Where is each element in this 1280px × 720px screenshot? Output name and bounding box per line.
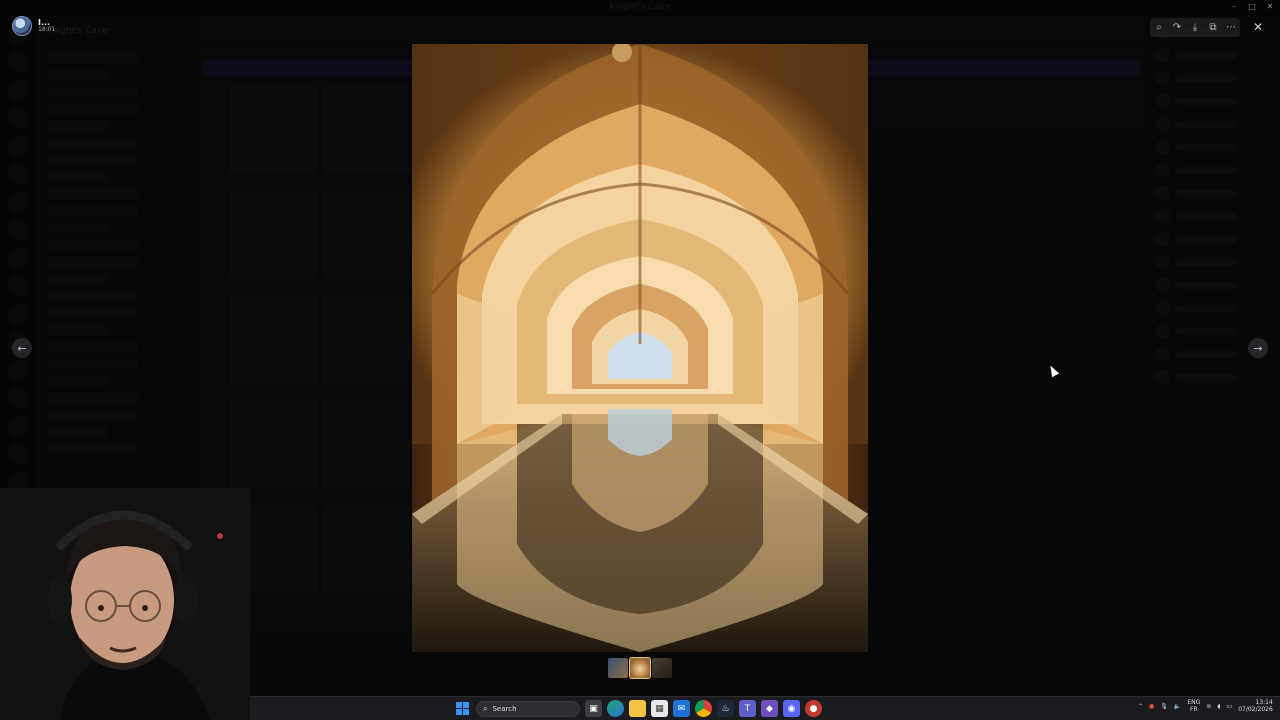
thumbnail[interactable] [652,658,672,678]
thumbnail-strip [608,657,672,679]
zoom-button[interactable]: ⌕ [1150,18,1168,37]
avatar[interactable] [12,16,32,36]
previous-image-button[interactable]: ← [12,338,32,358]
wifi-icon[interactable]: ≋ [1206,703,1211,710]
system-tray: ⌃ ● 🎙 🔈 ENG FR ≋ ◖ ▭ 13:14 07/02/2026 [1138,699,1273,714]
open-external-button[interactable]: ⧉ [1204,18,1222,37]
forward-button[interactable]: ↷ [1168,18,1186,37]
viewer-image[interactable] [412,44,868,652]
language-secondary: FR [1190,705,1198,713]
open-external-icon: ⧉ [1209,22,1217,33]
battery-icon[interactable]: ▭ [1227,703,1233,710]
upload-time: 18:01 [38,26,56,34]
thumbnail[interactable] [608,658,628,678]
download-icon: ⤓ [1192,22,1198,33]
forward-icon: ↷ [1172,22,1182,33]
more-button[interactable]: ⋯ [1222,18,1240,37]
language-indicator[interactable]: ENG FR [1187,700,1200,713]
more-icon: ⋯ [1226,22,1236,33]
zoom-icon: ⌕ [1156,22,1162,33]
network-app-icon[interactable]: ● [1149,703,1154,710]
webcam-overlay [0,488,250,720]
maximize-icon[interactable]: □ [1246,2,1258,12]
window-close-icon[interactable]: ✕ [1264,2,1276,12]
microphone-icon[interactable]: 🎙 [1160,703,1168,710]
app-icon[interactable]: ◆ [761,700,778,717]
arrow-right-icon: → [1253,341,1263,355]
next-image-button[interactable]: → [1248,338,1268,358]
start-button[interactable] [454,700,471,717]
speaker-icon[interactable]: 🔈 [1174,703,1181,710]
teams-icon[interactable]: T [739,700,756,717]
edge-icon[interactable] [607,700,624,717]
app-icon-2[interactable]: ● [805,700,822,717]
discord-icon[interactable]: ◉ [783,700,800,717]
file-explorer-icon[interactable] [629,700,646,717]
viewer-toolbar: ⌕ ↷ ⤓ ⧉ ⋯ [1150,18,1240,37]
search-label: Search [492,704,517,713]
task-view-icon[interactable]: ▣ [585,700,602,717]
minimize-icon[interactable]: – [1228,2,1240,12]
clock[interactable]: 13:14 07/02/2026 [1238,699,1273,714]
close-icon: ✕ [1252,20,1264,34]
clock-date: 07/02/2026 [1238,705,1273,713]
calendar-icon[interactable]: ▦ [651,700,668,717]
uploader-info[interactable]: I... 18:01 [12,16,55,36]
download-button[interactable]: ⤓ [1186,18,1204,37]
taskbar: ⌕ Search ▣ ▦ ✉ ♨ T ◆ ◉ ● ⌃ ● 🎙 🔈 ENG FR … [250,696,1280,720]
search-icon: ⌕ [483,703,488,713]
steam-icon[interactable]: ♨ [717,700,734,717]
screen: Knight's Cave Knight's Cave – □ ✕ I... 1… [0,0,1280,720]
taskbar-apps: ⌕ Search ▣ ▦ ✉ ♨ T ◆ ◉ ● [454,700,822,717]
taskbar-search[interactable]: ⌕ Search [476,700,580,717]
window-controls: – □ ✕ [1228,2,1276,12]
thumbnail-active[interactable] [629,657,651,679]
chevron-up-icon[interactable]: ⌃ [1138,703,1143,710]
mail-icon[interactable]: ✉ [673,700,690,717]
arrow-left-icon: ← [17,341,27,355]
chrome-icon[interactable] [695,700,712,717]
close-viewer-button[interactable]: ✕ [1250,19,1266,35]
volume-icon[interactable]: ◖ [1217,703,1220,710]
